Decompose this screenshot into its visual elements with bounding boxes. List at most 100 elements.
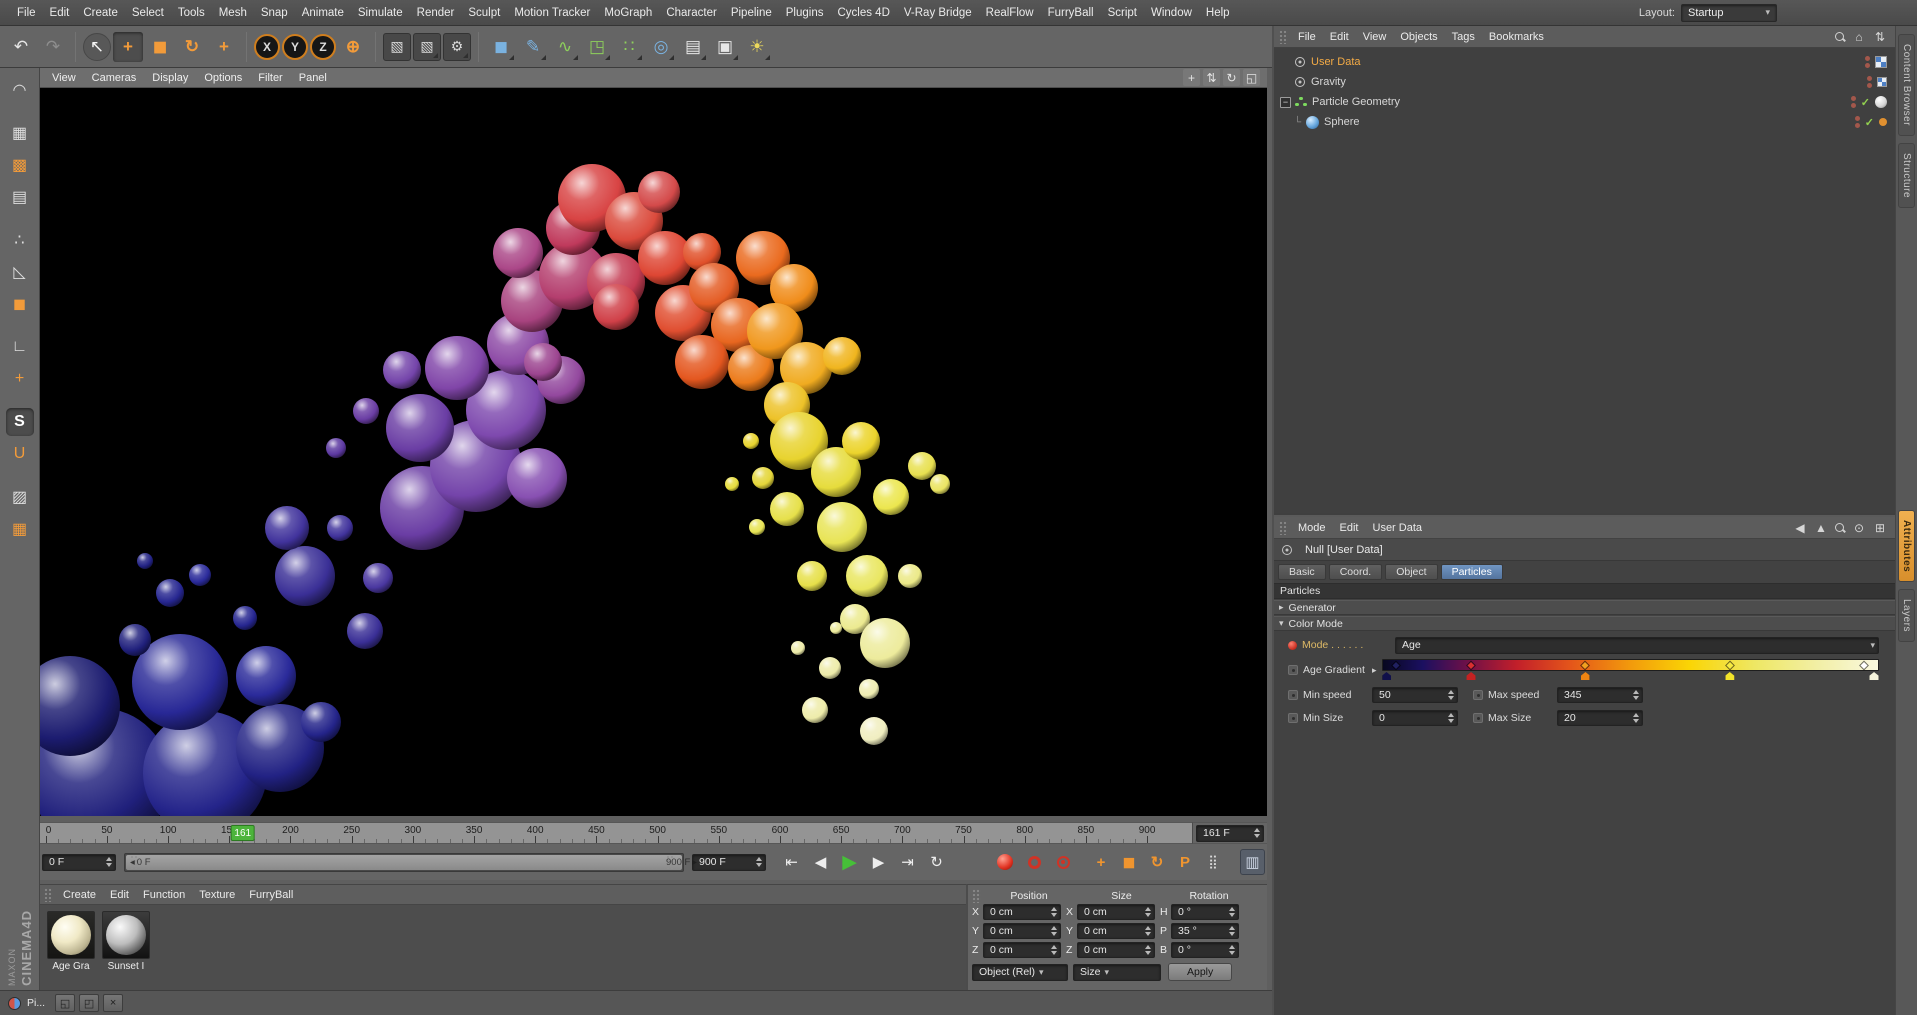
rotate-tool-button[interactable]: ↻ xyxy=(177,32,207,62)
pan-view-icon[interactable]: + xyxy=(1183,69,1200,86)
position-z-field[interactable]: 0 cm xyxy=(983,942,1061,958)
menu-edit[interactable]: Edit xyxy=(43,7,77,19)
color-mode-group-header[interactable]: ▾ Color Mode xyxy=(1274,616,1895,631)
minimized-window-1-button[interactable]: ◱ xyxy=(55,994,75,1012)
live-selection-button[interactable]: ↖ xyxy=(83,33,111,61)
home-icon[interactable]: ⌂ xyxy=(1851,29,1867,45)
menu-plugins[interactable]: Plugins xyxy=(779,7,831,19)
minimized-window-label[interactable]: Pi... xyxy=(27,997,45,1009)
panel-options-icon[interactable]: ⊞ xyxy=(1872,520,1888,536)
menu-script[interactable]: Script xyxy=(1101,7,1144,19)
record-keyframe-button[interactable] xyxy=(992,849,1018,875)
visibility-dots[interactable] xyxy=(1855,116,1860,128)
spinner-icon[interactable] xyxy=(1448,713,1454,723)
current-frame-marker[interactable]: 161 xyxy=(230,825,255,841)
material-menu-edit[interactable]: Edit xyxy=(103,889,136,901)
object-manager-menu-tags[interactable]: Tags xyxy=(1445,31,1482,43)
spinner-icon[interactable] xyxy=(1633,713,1639,723)
visibility-dots[interactable] xyxy=(1851,96,1856,108)
object-manager-menu-view[interactable]: View xyxy=(1356,31,1394,43)
panel-grip[interactable] xyxy=(972,889,981,903)
menu-realflow[interactable]: RealFlow xyxy=(979,7,1041,19)
menu-mograph[interactable]: MoGraph xyxy=(597,7,659,19)
render-settings-button[interactable]: ⚙ xyxy=(443,33,471,61)
go-to-start-button[interactable]: ⇤ xyxy=(778,849,805,876)
spinner-icon[interactable] xyxy=(1051,945,1057,955)
object-manager-menu-bookmarks[interactable]: Bookmarks xyxy=(1482,31,1551,43)
attribute-menu-user-data[interactable]: User Data xyxy=(1366,522,1430,534)
parameter-icon[interactable] xyxy=(1473,690,1483,700)
menu-simulate[interactable]: Simulate xyxy=(351,7,410,19)
nav-back-icon[interactable]: ◀ xyxy=(1792,520,1808,536)
timeline-mode-button[interactable]: ▥ xyxy=(1240,849,1265,875)
move-tool-button[interactable]: + xyxy=(113,32,143,62)
viewport-canvas[interactable] xyxy=(40,88,1267,816)
visibility-dots[interactable] xyxy=(1865,56,1870,68)
enabled-check[interactable]: ✓ xyxy=(1865,116,1874,129)
range-end-field[interactable]: 900 F xyxy=(692,854,766,871)
scale-tool-button[interactable]: ◼ xyxy=(145,32,175,62)
key-rotation-button[interactable]: ↻ xyxy=(1144,849,1170,875)
material-menu-create[interactable]: Create xyxy=(56,889,103,901)
material-menu-furryball[interactable]: FurryBall xyxy=(242,889,300,901)
gradient-knot-1[interactable] xyxy=(1467,672,1476,680)
picture-viewer-icon[interactable] xyxy=(8,997,21,1010)
tab-basic[interactable]: Basic xyxy=(1278,564,1326,580)
object-mode-dropdown[interactable]: Object (Rel) ▾ xyxy=(972,964,1068,981)
panel-grip[interactable] xyxy=(1279,521,1288,535)
min-size-field[interactable]: 0 xyxy=(1372,710,1458,726)
viewport-menu-display[interactable]: Display xyxy=(144,72,196,84)
snap-toggle-button[interactable]: S xyxy=(6,408,34,436)
viewport-menu-options[interactable]: Options xyxy=(196,72,250,84)
spinner-icon[interactable] xyxy=(1448,690,1454,700)
spinner-icon[interactable] xyxy=(1254,828,1260,838)
spinner-icon[interactable] xyxy=(1051,926,1057,936)
add-cube-button[interactable]: ◼ xyxy=(486,32,516,62)
search-icon[interactable] xyxy=(1834,31,1846,43)
gradient-knot-0[interactable] xyxy=(1382,672,1391,680)
spinner-icon[interactable] xyxy=(106,857,112,867)
parameter-icon[interactable] xyxy=(1473,713,1483,723)
min-speed-field[interactable]: 50 xyxy=(1372,687,1458,703)
panel-grip[interactable] xyxy=(44,888,53,902)
material-menu-function[interactable]: Function xyxy=(136,889,192,901)
material-menu-texture[interactable]: Texture xyxy=(192,889,242,901)
object-axis-mode-button[interactable]: + xyxy=(6,365,34,393)
lock-icon[interactable]: ⊙ xyxy=(1851,520,1867,536)
parameter-icon[interactable] xyxy=(1288,713,1298,723)
texture-paint-button[interactable]: ▨ xyxy=(6,483,34,511)
collapse-toggle[interactable]: − xyxy=(1280,97,1291,108)
range-start-grip[interactable]: ◂ 0 F xyxy=(130,855,139,869)
side-tab-content-browser[interactable]: Content Browser xyxy=(1898,34,1915,136)
minimized-window-2-button[interactable]: ◰ xyxy=(79,994,99,1012)
active-tool-button[interactable]: + xyxy=(209,32,239,62)
parameter-icon[interactable] xyxy=(1288,690,1298,700)
menu-render[interactable]: Render xyxy=(410,7,462,19)
menu-character[interactable]: Character xyxy=(659,7,724,19)
menu-v-ray-bridge[interactable]: V-Ray Bridge xyxy=(897,7,979,19)
texture-mode-button[interactable]: ▩ xyxy=(6,151,34,179)
position-x-field[interactable]: 0 cm xyxy=(983,904,1061,920)
gradient-knot-2[interactable] xyxy=(1581,672,1590,680)
rotation-p-field[interactable]: 35 ° xyxy=(1171,923,1239,939)
object-manager-menu-edit[interactable]: Edit xyxy=(1323,31,1356,43)
attribute-menu-edit[interactable]: Edit xyxy=(1333,522,1366,534)
search-icon[interactable] xyxy=(1834,522,1846,534)
points-mode-button[interactable]: ∴ xyxy=(6,226,34,254)
side-tab-layers[interactable]: Layers xyxy=(1898,589,1915,642)
age-gradient-bar[interactable] xyxy=(1382,659,1879,671)
spinner-icon[interactable] xyxy=(1229,945,1235,955)
size-y-field[interactable]: 0 cm xyxy=(1077,923,1155,939)
menu-snap[interactable]: Snap xyxy=(254,7,295,19)
add-camera-button[interactable]: ▣ xyxy=(710,32,740,62)
edges-mode-button[interactable]: ◺ xyxy=(6,258,34,286)
add-mograph-button[interactable]: ∷ xyxy=(614,32,644,62)
spinner-icon[interactable] xyxy=(1145,926,1151,936)
add-pen-button[interactable]: ✎ xyxy=(518,32,548,62)
rotate-view-icon[interactable]: ↻ xyxy=(1223,69,1240,86)
key-position-button[interactable]: + xyxy=(1088,849,1114,875)
enabled-check[interactable]: ✓ xyxy=(1861,96,1870,109)
add-light-button[interactable]: ☀ xyxy=(742,32,772,62)
go-to-end-button[interactable]: ⇥ xyxy=(894,849,921,876)
preview-range-slider[interactable]: ◂ 0 F 900 F ▸ xyxy=(124,853,684,872)
